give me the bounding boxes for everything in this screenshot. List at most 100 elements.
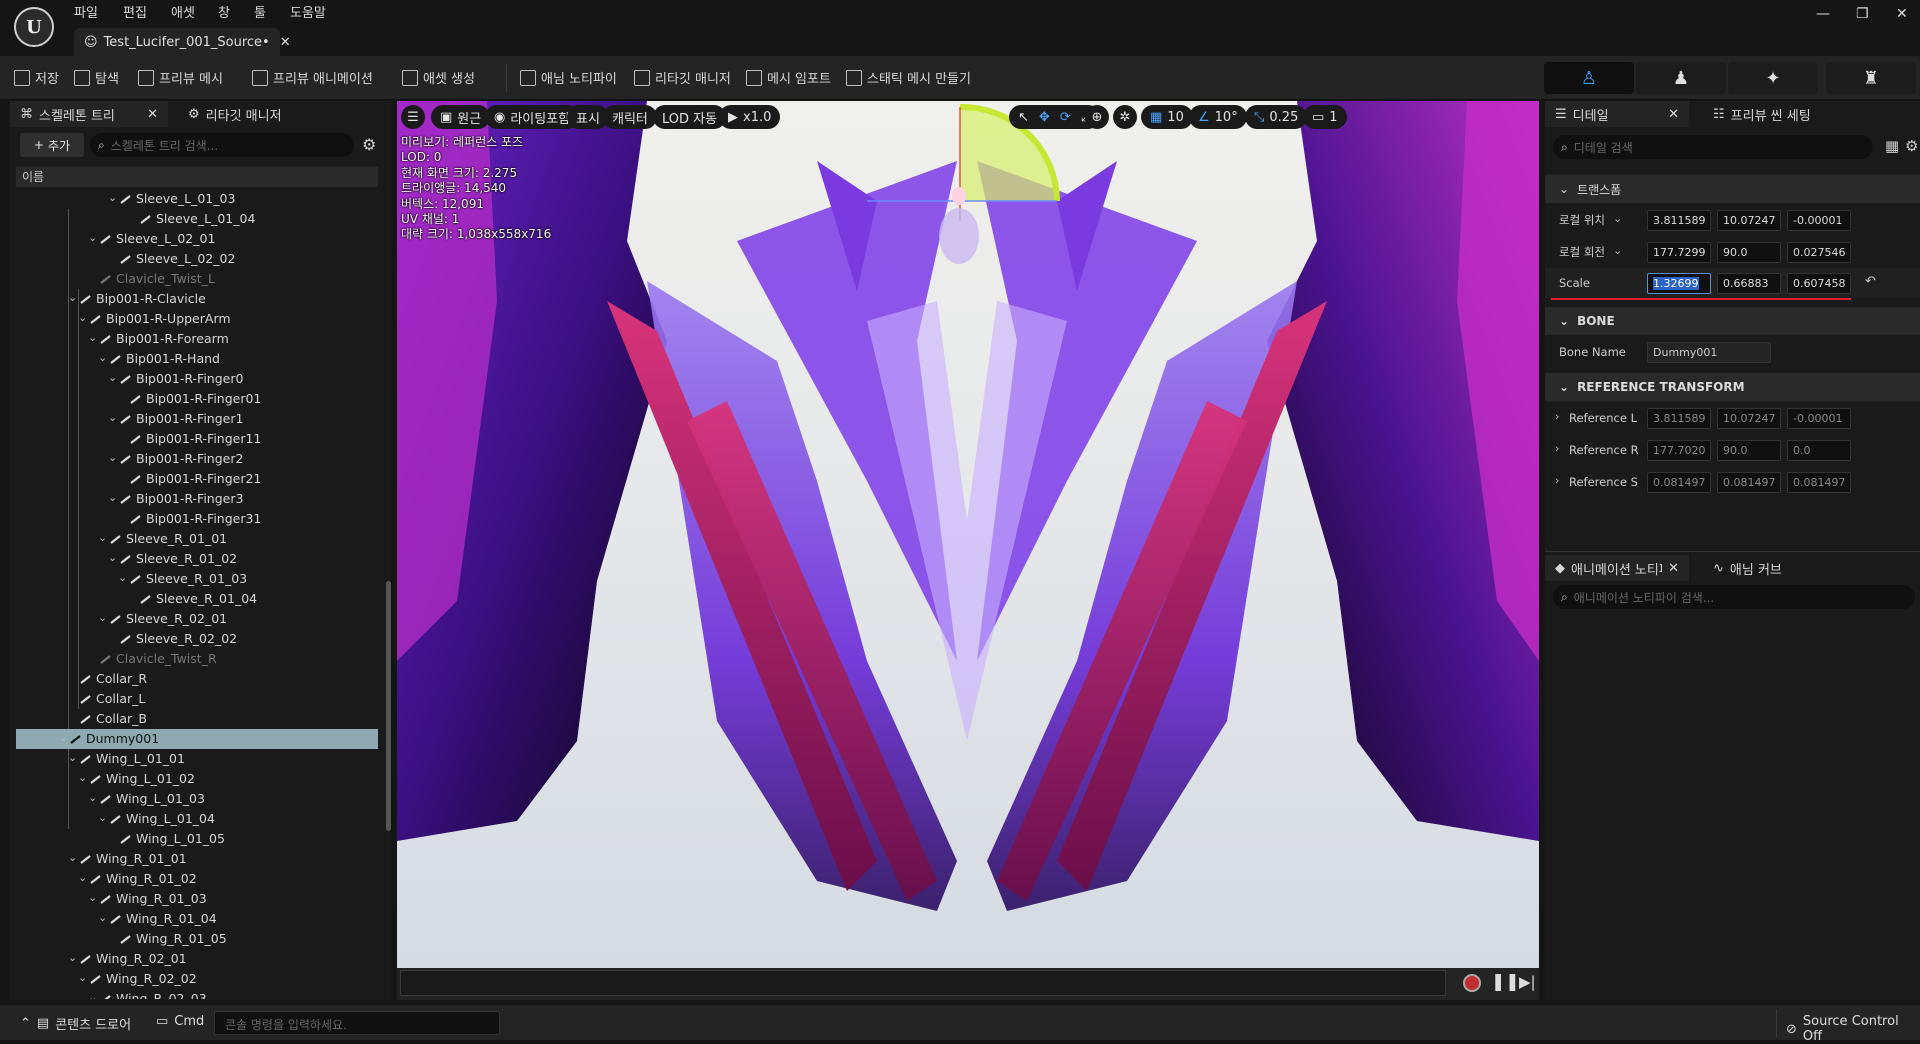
close-window-icon[interactable]: ✕ [1896, 6, 1908, 22]
tree-row[interactable]: ⌄ Bip001-R-Finger2 [16, 449, 378, 469]
viewport-menu-button[interactable]: ☰ [401, 105, 425, 129]
mode-mesh-button[interactable]: ♟ [1636, 62, 1726, 94]
tree-row[interactable]: ⌄ Sleeve_R_01_01 [16, 529, 378, 549]
chevron-down-icon[interactable]: ⌄ [78, 311, 87, 324]
tree-row[interactable]: Clavicle_Twist_R [16, 649, 378, 669]
preview-viewport[interactable]: ☰ ▣원근 ◉라이팅포함 표시 캐릭터 LOD 자동 ▶x1.0 ↖ ✥ ⟳ ⤢… [397, 101, 1539, 968]
import-mesh-button[interactable]: 메시 임포트 [746, 68, 831, 87]
camera-speed-button[interactable]: ▭ 1 [1303, 105, 1347, 129]
save-button[interactable]: 저장 [14, 68, 59, 87]
tree-row[interactable]: ⌄ Wing_R_02_02 [16, 969, 378, 989]
rotation-x-field[interactable]: 177.7299 [1647, 242, 1711, 263]
create-asset-button[interactable]: 애셋 생성 [402, 68, 475, 87]
chevron-down-icon[interactable]: ⌄ [98, 911, 107, 924]
tree-row[interactable]: ⌄ Bip001-R-Finger1 [16, 409, 378, 429]
chevron-down-icon[interactable]: ⌄ [98, 351, 107, 364]
tree-row[interactable]: ⌄ Bip001-R-Hand [16, 349, 378, 369]
tree-row[interactable]: ⌄ Wing_R_02_01 [16, 949, 378, 969]
tree-row[interactable]: ⌄ Wing_R_02_03 [16, 989, 378, 999]
tree-row[interactable]: ⌄ Wing_L_01_04 [16, 809, 378, 829]
chevron-right-icon[interactable]: › [1555, 442, 1559, 455]
chevron-down-icon[interactable]: ⌄ [78, 971, 87, 984]
chevron-down-icon[interactable]: ⌄ [68, 951, 77, 964]
preview-animation-button[interactable]: 프리뷰 애니메이션 [252, 68, 373, 87]
scale-x-field[interactable]: 1.32699 [1647, 273, 1711, 294]
menu-edit[interactable]: 편집 [123, 2, 147, 21]
chevron-down-icon[interactable]: ⌄ [108, 191, 117, 204]
maximize-icon[interactable]: ❐ [1856, 6, 1869, 22]
tree-row[interactable]: ⌄ Wing_R_01_01 [16, 849, 378, 869]
tree-row[interactable]: Wing_R_01_05 [16, 929, 378, 949]
grid-snap-button[interactable]: ▦ 10 [1141, 105, 1193, 129]
tree-row[interactable]: Sleeve_R_02_02 [16, 629, 378, 649]
tab-anim-notifies[interactable]: ◆ 애니메이션 노티파이 ✕ [1545, 555, 1689, 581]
tree-row[interactable]: ⌄ Wing_R_01_04 [16, 909, 378, 929]
tree-row[interactable]: ⌄ Wing_L_01_03 [16, 789, 378, 809]
tree-row[interactable]: ⌄ Bip001-R-Forearm [16, 329, 378, 349]
tab-details[interactable]: ☰ 디테일 ✕ [1545, 101, 1689, 127]
timeline-scrubber[interactable] [400, 970, 1446, 996]
details-search-input[interactable]: ⌕ 디테일 검색 [1553, 135, 1873, 159]
character-button[interactable]: 캐릭터 [603, 105, 657, 129]
chevron-down-icon[interactable]: ⌄ [108, 491, 117, 504]
scale-snap-button[interactable]: ⤡ 0.25 [1245, 105, 1308, 129]
tree-row[interactable]: Bip001-R-Finger31 [16, 509, 378, 529]
document-tab[interactable]: ☺ Test_Lucifer_001_Source• ✕ [74, 28, 291, 56]
pause-icon[interactable]: ❚❚ [1491, 972, 1520, 992]
chevron-down-icon[interactable]: ⌄ [1613, 212, 1622, 225]
location-y-field[interactable]: 10.07247 [1717, 210, 1781, 231]
tree-row[interactable]: Sleeve_L_01_04 [16, 209, 378, 229]
next-frame-icon[interactable]: ▶| [1519, 973, 1536, 991]
menu-asset[interactable]: 애셋 [171, 2, 195, 21]
scale-z-field[interactable]: 0.607458 [1787, 273, 1851, 294]
location-z-field[interactable]: -0.00001 [1787, 210, 1851, 231]
close-tab-icon[interactable]: ✕ [1668, 107, 1679, 122]
tree-scrollbar[interactable] [386, 581, 391, 831]
chevron-down-icon[interactable]: ⌄ [88, 891, 97, 904]
add-button[interactable]: + 추가 [20, 133, 84, 157]
preview-mesh-button[interactable]: 프리뷰 메시 [138, 68, 223, 87]
tree-row[interactable]: ⌄ Wing_L_01_02 [16, 769, 378, 789]
chevron-down-icon[interactable]: ⌄ [78, 871, 87, 884]
tab-preview-scene-settings[interactable]: ☷ 프리뷰 씬 세팅 [1703, 101, 1821, 127]
surface-snap-button[interactable]: ✲ [1113, 105, 1137, 129]
tab-retarget-manager[interactable]: ⚙ 리타깃 매니저 [178, 101, 292, 127]
chevron-down-icon[interactable]: ⌄ [88, 791, 97, 804]
select-cursor-icon[interactable]: ↖ [1018, 110, 1029, 125]
tree-row[interactable]: Wing_L_01_05 [16, 829, 378, 849]
tree-row[interactable]: ⌄ Bip001-R-Clavicle [16, 289, 378, 309]
section-transform[interactable]: ⌄ 트랜스폼 [1545, 175, 1920, 203]
close-tab-icon[interactable]: ✕ [280, 35, 291, 50]
perspective-button[interactable]: ▣ 원근 [431, 105, 491, 129]
tree-row[interactable]: ⌄ Wing_R_01_03 [16, 889, 378, 909]
chevron-down-icon[interactable]: ⌄ [108, 551, 117, 564]
mode-physics-button[interactable]: ♜ [1826, 62, 1916, 94]
tree-row[interactable]: Sleeve_R_01_04 [16, 589, 378, 609]
close-tab-icon[interactable]: ✕ [147, 107, 158, 122]
chevron-down-icon[interactable]: ⌄ [88, 991, 97, 999]
chevron-down-icon[interactable]: ⌄ [1613, 244, 1622, 257]
location-x-field[interactable]: 3.811589 [1647, 210, 1711, 231]
chevron-down-icon[interactable]: ⌄ [88, 331, 97, 344]
chevron-down-icon[interactable]: ⌄ [108, 411, 117, 424]
reset-to-default-icon[interactable]: ↶ [1865, 274, 1876, 289]
make-static-mesh-button[interactable]: 스태틱 메시 만들기 [846, 68, 971, 87]
lighting-button[interactable]: ◉ 라이팅포함 [485, 105, 580, 129]
coordinate-space-button[interactable]: ⊕ [1085, 105, 1109, 129]
section-reference-transform[interactable]: ⌄ REFERENCE TRANSFORM [1545, 373, 1920, 401]
browse-button[interactable]: 탐색 [74, 68, 119, 87]
tab-skeleton-tree[interactable]: ⌘ 스켈레톤 트리 ✕ [10, 101, 168, 127]
chevron-down-icon[interactable]: ⌄ [108, 451, 117, 464]
chevron-down-icon[interactable]: ⌄ [68, 751, 77, 764]
tree-row[interactable]: Collar_B [16, 709, 378, 729]
menu-tools[interactable]: 툴 [254, 2, 266, 21]
chevron-down-icon[interactable]: ⌄ [78, 771, 87, 784]
tree-row[interactable]: ⌄ Bip001-R-Finger3 [16, 489, 378, 509]
close-tab-icon[interactable]: ✕ [1668, 561, 1679, 576]
tab-anim-curves[interactable]: ∿ 애님 커브 [1703, 555, 1792, 581]
rotation-y-field[interactable]: 90.0 [1717, 242, 1781, 263]
notify-search-input[interactable]: ⌕ 애니메이션 노티파이 검색... [1553, 585, 1915, 609]
settings-gear-icon[interactable]: ⚙ [362, 135, 376, 154]
chevron-down-icon[interactable]: ⌄ [98, 531, 107, 544]
section-bone[interactable]: ⌄ BONE [1545, 307, 1920, 335]
